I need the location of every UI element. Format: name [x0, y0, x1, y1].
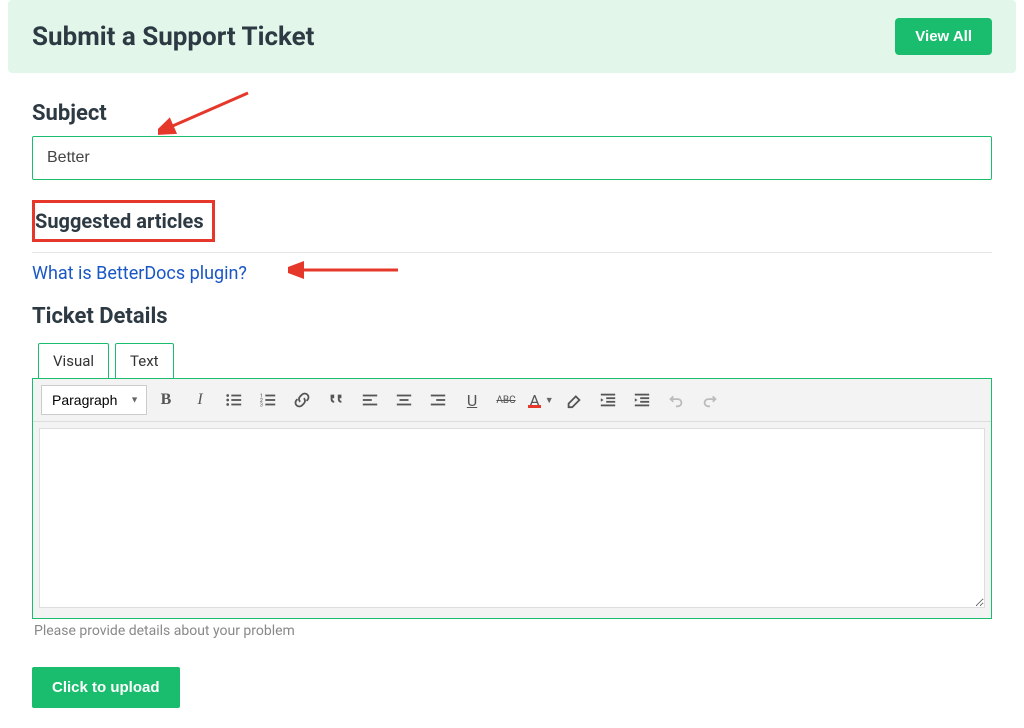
strikethrough-button[interactable]: ABC	[491, 385, 521, 415]
numbered-list-icon: 123	[259, 391, 277, 409]
indent-button[interactable]	[627, 385, 657, 415]
suggested-articles-heading: Suggested articles	[35, 209, 204, 233]
bullet-list-button[interactable]	[219, 385, 249, 415]
outdent-button[interactable]	[593, 385, 623, 415]
outdent-icon	[599, 391, 617, 409]
tab-visual[interactable]: Visual	[38, 343, 109, 378]
tab-text[interactable]: Text	[115, 343, 174, 378]
svg-text:3: 3	[260, 402, 263, 408]
redo-icon	[701, 391, 719, 409]
divider	[32, 252, 992, 253]
italic-button[interactable]: I	[185, 385, 215, 415]
editor-container: Paragraph B I 123	[32, 378, 992, 619]
suggested-articles-highlight: Suggested articles	[32, 200, 215, 242]
underline-button[interactable]: U	[457, 385, 487, 415]
align-left-button[interactable]	[355, 385, 385, 415]
ticket-details-editor[interactable]	[39, 428, 985, 608]
bold-button[interactable]: B	[151, 385, 181, 415]
ticket-details-helper: Please provide details about your proble…	[32, 623, 992, 639]
quote-icon	[327, 391, 345, 409]
undo-button[interactable]	[661, 385, 691, 415]
annotation-arrow-icon	[288, 260, 408, 280]
editor-toolbar: Paragraph B I 123	[33, 379, 991, 422]
bullet-list-icon	[225, 391, 243, 409]
align-right-icon	[429, 391, 447, 409]
align-center-button[interactable]	[389, 385, 419, 415]
redo-button[interactable]	[695, 385, 725, 415]
suggested-article-link[interactable]: What is BetterDocs plugin?	[32, 263, 247, 284]
page-header: Submit a Support Ticket View All	[8, 0, 1016, 73]
view-all-button[interactable]: View All	[895, 18, 992, 55]
indent-icon	[633, 391, 651, 409]
editor-tabs: Visual Text	[32, 343, 992, 378]
numbered-list-button[interactable]: 123	[253, 385, 283, 415]
eraser-icon	[565, 391, 583, 409]
link-icon	[293, 391, 311, 409]
page-title: Submit a Support Ticket	[32, 22, 314, 52]
link-button[interactable]	[287, 385, 317, 415]
ticket-details-heading: Ticket Details	[32, 304, 992, 329]
subject-input[interactable]	[32, 136, 992, 180]
undo-icon	[667, 391, 685, 409]
annotation-arrow-icon	[158, 88, 258, 138]
text-color-button[interactable]: A ▼	[525, 385, 555, 415]
format-select[interactable]: Paragraph	[41, 385, 147, 415]
blockquote-button[interactable]	[321, 385, 351, 415]
align-right-button[interactable]	[423, 385, 453, 415]
align-center-icon	[395, 391, 413, 409]
clear-format-button[interactable]	[559, 385, 589, 415]
align-left-icon	[361, 391, 379, 409]
